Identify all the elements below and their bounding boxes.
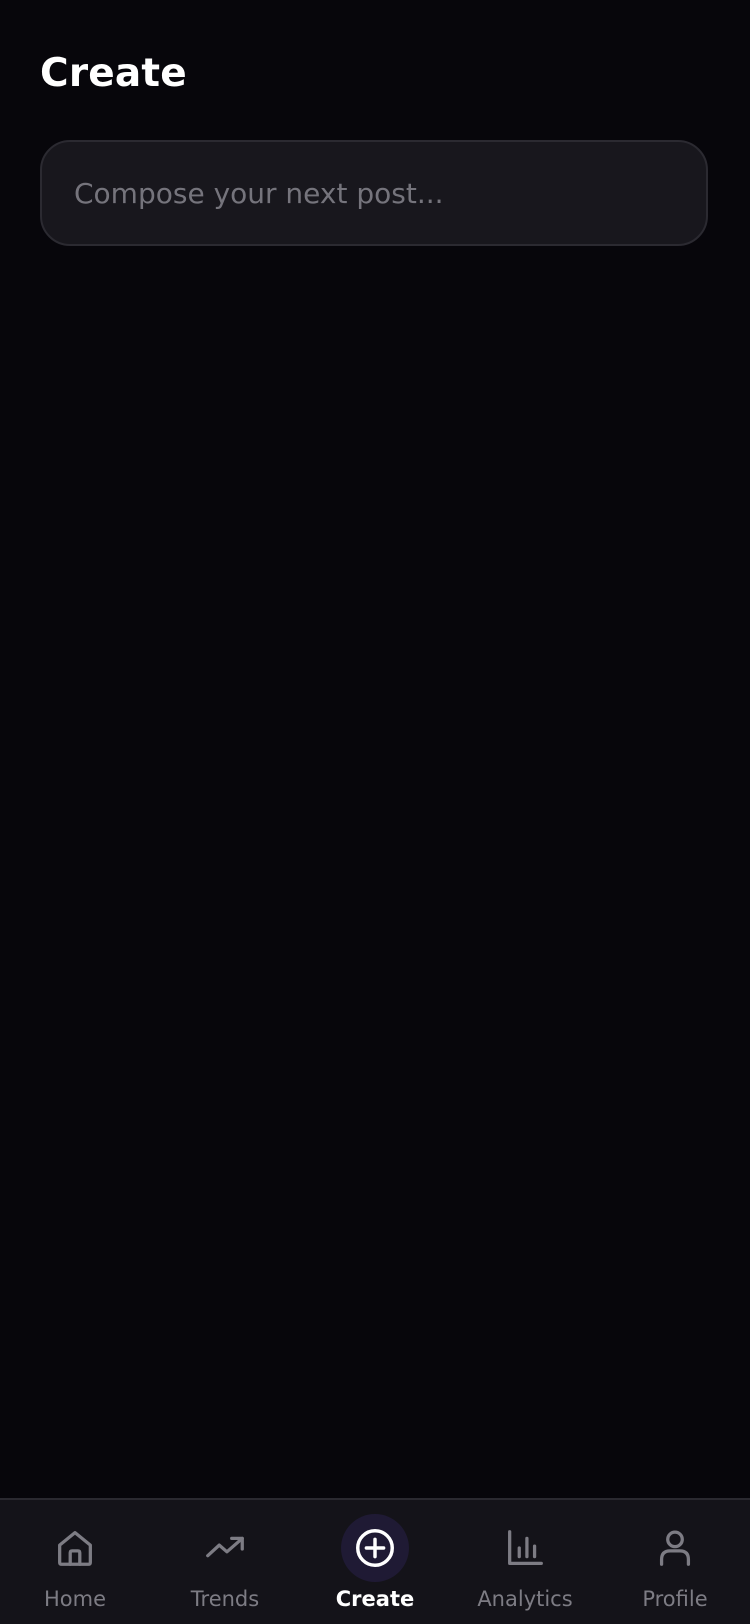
tab-profile[interactable]: Profile <box>600 1500 750 1624</box>
plus-circle-icon <box>341 1514 409 1582</box>
tab-analytics-label: Analytics <box>477 1587 573 1611</box>
tab-home-label: Home <box>43 1587 106 1611</box>
tab-create-label: Create <box>335 1587 415 1611</box>
tab-profile-label: Profile <box>642 1587 708 1611</box>
compose-input[interactable] <box>74 176 674 210</box>
bar-chart-icon <box>491 1514 559 1582</box>
tab-trends[interactable]: Trends <box>150 1500 300 1624</box>
home-icon <box>41 1514 109 1582</box>
bottom-tab-bar: Home Trends Create Analytics Profile <box>0 1498 750 1624</box>
tab-trends-label: Trends <box>190 1587 260 1611</box>
trending-up-icon <box>191 1514 259 1582</box>
page-title: Create <box>40 51 187 96</box>
tab-analytics[interactable]: Analytics <box>450 1500 600 1624</box>
tab-create[interactable]: Create <box>300 1500 450 1624</box>
user-icon <box>641 1514 709 1582</box>
compose-box[interactable] <box>40 140 708 246</box>
tab-home[interactable]: Home <box>0 1500 150 1624</box>
